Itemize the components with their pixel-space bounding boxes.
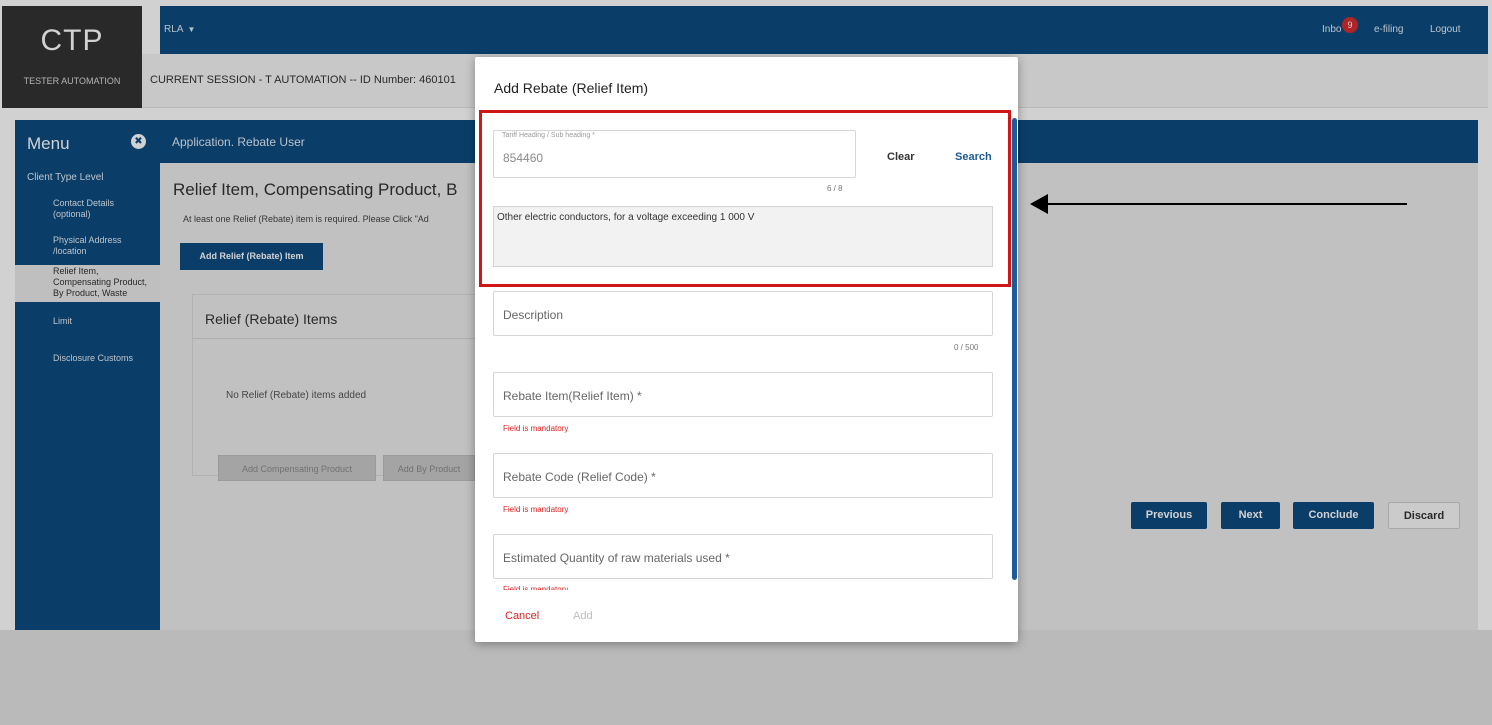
rebate-item-error: Field is mandatory [503, 424, 569, 433]
modal-title: Add Rebate (Relief Item) [494, 80, 649, 96]
raw-materials-error: Field is mandatory [503, 585, 569, 590]
description-char-counter: 0 / 500 [954, 343, 979, 352]
modal-scrollbar[interactable] [1012, 118, 1017, 580]
description-field[interactable] [493, 291, 993, 336]
arrow-left-icon [1030, 194, 1048, 214]
add-button[interactable]: Add [573, 610, 593, 622]
pointer-arrow-line [1045, 203, 1407, 205]
rebate-item-label: Rebate Item(Relief Item) * [503, 389, 642, 403]
rebate-code-error: Field is mandatory [503, 505, 569, 514]
highlight-box [479, 110, 1011, 287]
page: CTP TESTER AUTOMATION RLA ▼ Inbo 9 e-fili… [0, 0, 1492, 725]
rebate-code-label: Rebate Code (Relief Code) * [503, 470, 656, 484]
cancel-button[interactable]: Cancel [505, 610, 539, 622]
raw-materials-label: Estimated Quantity of raw materials used… [503, 551, 730, 565]
description-label: Description [503, 308, 564, 322]
